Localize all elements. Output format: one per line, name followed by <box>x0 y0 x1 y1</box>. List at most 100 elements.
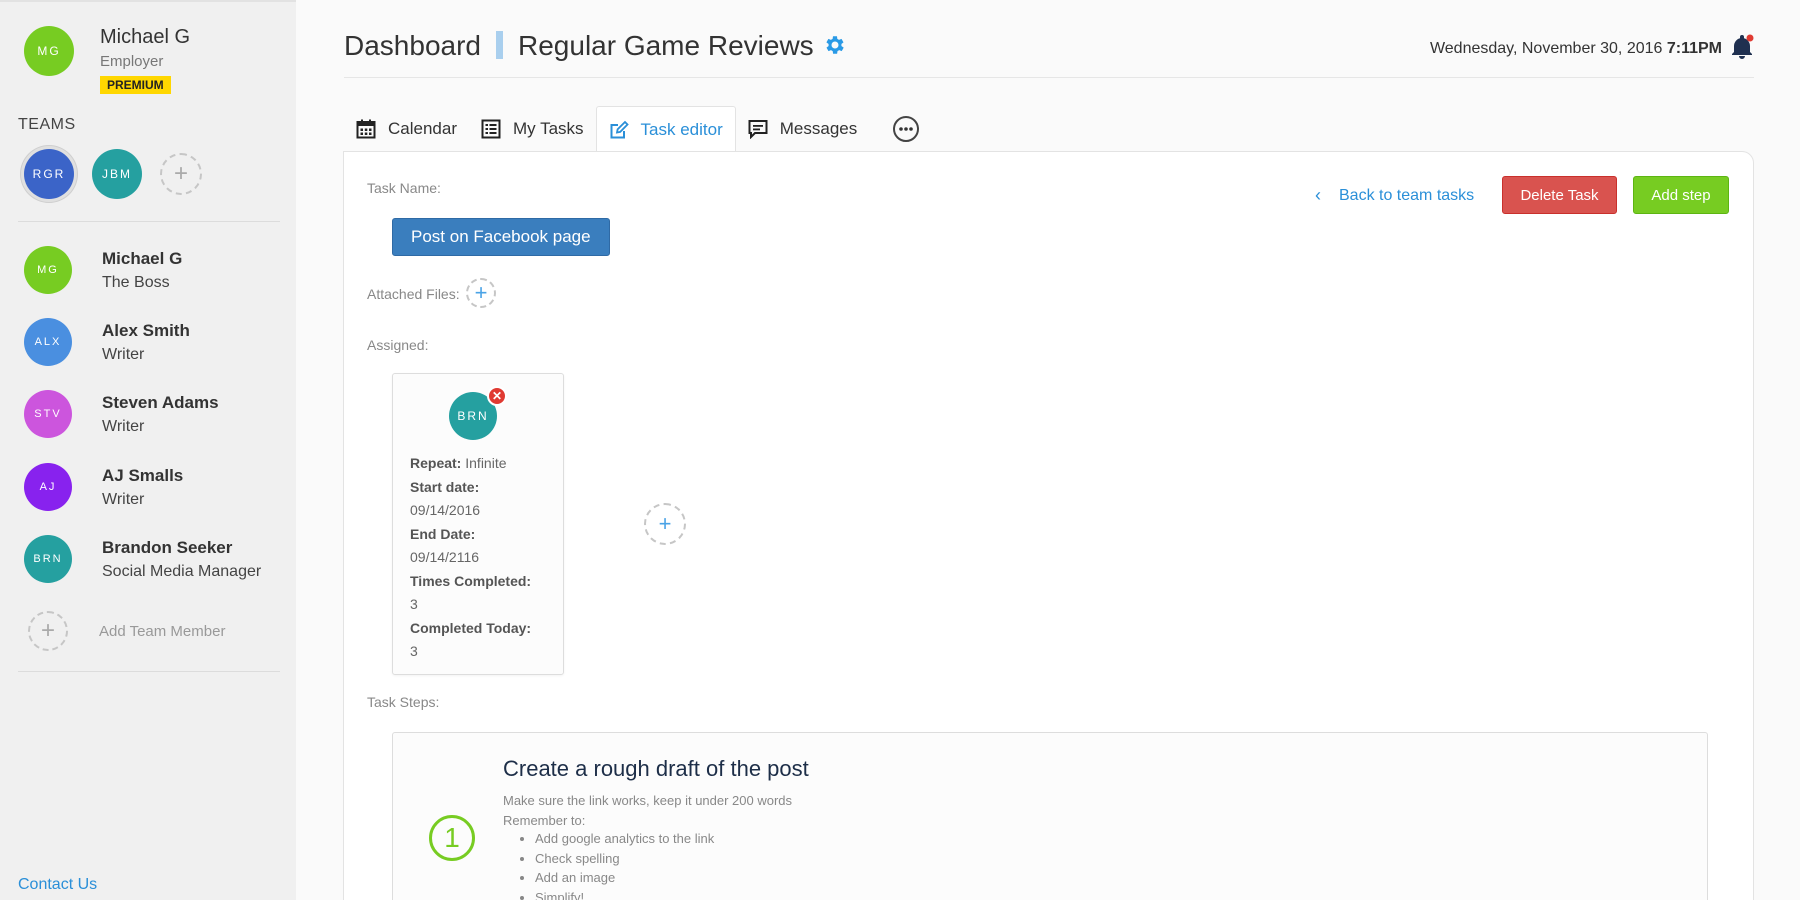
sidebar: MG Michael G Employer PREMIUM TEAMS RGR … <box>0 0 296 900</box>
attached-files-label: Attached Files: <box>367 286 460 302</box>
add-step-button[interactable]: Add step <box>1633 176 1729 214</box>
member-steven-adams[interactable]: STV Steven Adams Writer <box>24 389 219 439</box>
member-info: Alex Smith Writer <box>102 321 190 364</box>
add-assignee-button[interactable]: + <box>644 503 686 545</box>
add-member-label: Add Team Member <box>99 622 226 640</box>
page-header: Dashboard Regular Game Reviews Wednesday… <box>344 0 1754 78</box>
member-michael-g[interactable]: MG Michael G The Boss <box>24 245 182 295</box>
add-team-button[interactable]: + <box>160 153 202 195</box>
step-remember: Remember to: <box>503 812 586 828</box>
member-role: Writer <box>102 345 145 363</box>
user-profile: MG Michael G Employer PREMIUM <box>24 26 190 94</box>
task-name-label: Task Name: <box>367 180 441 196</box>
completed-today-label: Completed Today: <box>410 619 532 636</box>
step-checklist: Add google analytics to the link Check s… <box>535 829 714 900</box>
sidebar-divider <box>18 221 280 222</box>
settings-gear-icon[interactable] <box>823 33 847 57</box>
team-rgr[interactable]: RGR <box>24 149 74 199</box>
edit-icon <box>610 120 629 138</box>
plus-icon: + <box>474 280 488 305</box>
premium-badge: PREMIUM <box>100 76 171 94</box>
times-completed-value: 3 <box>410 596 418 612</box>
board-title: Regular Game Reviews <box>518 30 814 61</box>
task-step-card[interactable]: 1 Create a rough draft of the post Make … <box>392 732 1708 900</box>
member-role: Writer <box>102 417 145 435</box>
tab-messages[interactable]: Messages <box>736 106 869 152</box>
notification-bell-icon[interactable] <box>1730 34 1754 60</box>
current-datetime: Wednesday, November 30, 2016 7:11PM <box>1430 40 1722 58</box>
assignee-card: BRN ✕ Repeat: Infinite Start date: 09/14… <box>392 373 564 675</box>
member-avatar: AJ <box>24 463 72 511</box>
list-item: Add google analytics to the link <box>535 829 714 849</box>
end-date-value: 09/14/2116 <box>410 549 480 565</box>
member-avatar: ALX <box>24 318 72 366</box>
tab-label: My Tasks <box>513 119 584 138</box>
step-title: Create a rough draft of the post <box>503 756 809 781</box>
completed-today-value: 3 <box>410 643 418 659</box>
times-completed-label: Times Completed: <box>410 572 532 589</box>
more-options-button[interactable] <box>893 116 920 142</box>
member-info: Brandon Seeker Social Media Manager <box>102 538 261 581</box>
step-description: Make sure the link works, keep it under … <box>503 791 792 830</box>
task-steps-label: Task Steps: <box>367 694 440 710</box>
step-desc-line: Make sure the link works, keep it under … <box>503 793 793 808</box>
close-icon: ✕ <box>491 389 503 403</box>
messages-icon <box>748 120 768 139</box>
current-date: Wednesday, November 30, 2016 <box>1429 40 1663 57</box>
member-avatar: BRN <box>24 535 72 583</box>
delete-task-button[interactable]: Delete Task <box>1502 176 1617 214</box>
member-avatar: MG <box>24 246 72 294</box>
tasks-icon <box>481 119 501 139</box>
tab-label: Task editor <box>640 119 723 139</box>
user-avatar[interactable]: MG <box>24 26 74 76</box>
user-info: Michael G Employer PREMIUM <box>100 26 190 94</box>
repeat-value: Infinite <box>465 455 507 471</box>
team-jbm[interactable]: JBM <box>92 149 142 199</box>
list-item: Add an image <box>535 868 714 888</box>
assignee-details: Repeat: Infinite Start date: 09/14/2016 … <box>410 452 531 664</box>
back-to-team-tasks-link[interactable]: ‹ Back to team tasks <box>1315 185 1474 206</box>
assigned-label: Assigned: <box>367 337 429 353</box>
sidebar-divider <box>18 671 280 672</box>
page-title: Dashboard <box>344 30 481 61</box>
member-role: Writer <box>102 490 145 508</box>
member-info: AJ Smalls Writer <box>102 466 183 509</box>
member-avatar: STV <box>24 390 72 438</box>
user-name: Michael G <box>100 26 191 48</box>
end-date-label: End Date: <box>410 525 476 542</box>
task-name-field[interactable]: Post on Facebook page <box>392 218 610 256</box>
remove-assignee-button[interactable]: ✕ <box>487 386 507 406</box>
plus-icon: + <box>658 511 672 536</box>
tab-task-editor[interactable]: Task editor <box>595 106 736 152</box>
user-role: Employer <box>100 53 164 70</box>
member-role: The Boss <box>102 273 170 291</box>
tab-label: Calendar <box>388 119 457 138</box>
list-item: Simplify! <box>535 888 714 900</box>
add-attachment-button[interactable]: + <box>466 278 496 308</box>
member-alex-smith[interactable]: ALX Alex Smith Writer <box>24 317 190 367</box>
start-date-value: 09/14/2016 <box>410 502 481 518</box>
add-team-member-button[interactable]: + Add Team Member <box>28 611 225 651</box>
step-number: 1 <box>429 815 475 861</box>
teams-heading: TEAMS <box>18 116 76 133</box>
back-label: Back to team tasks <box>1339 186 1475 204</box>
tab-my-tasks[interactable]: My Tasks <box>469 106 596 152</box>
member-name: Steven Adams <box>102 392 219 412</box>
list-item: Check spelling <box>535 849 714 869</box>
member-brandon-seeker[interactable]: BRN Brandon Seeker Social Media Manager <box>24 534 261 584</box>
chevron-left-icon: ‹ <box>1315 185 1321 205</box>
member-name: AJ Smalls <box>102 465 184 485</box>
title-divider <box>496 31 503 59</box>
task-editor-panel: Task Name: Post on Facebook page Attache… <box>343 151 1754 900</box>
member-name: Alex Smith <box>102 320 190 340</box>
contact-us-link[interactable]: Contact Us <box>18 876 97 894</box>
calendar-icon <box>356 119 376 139</box>
start-date-label: Start date: <box>410 478 480 495</box>
member-aj-smalls[interactable]: AJ AJ Smalls Writer <box>24 462 183 512</box>
member-info: Steven Adams Writer <box>102 393 219 436</box>
tab-calendar[interactable]: Calendar <box>344 106 469 152</box>
member-name: Michael G <box>102 248 183 268</box>
plus-icon: + <box>173 160 188 187</box>
ellipsis-icon <box>899 127 914 131</box>
repeat-label: Repeat: <box>410 455 462 471</box>
